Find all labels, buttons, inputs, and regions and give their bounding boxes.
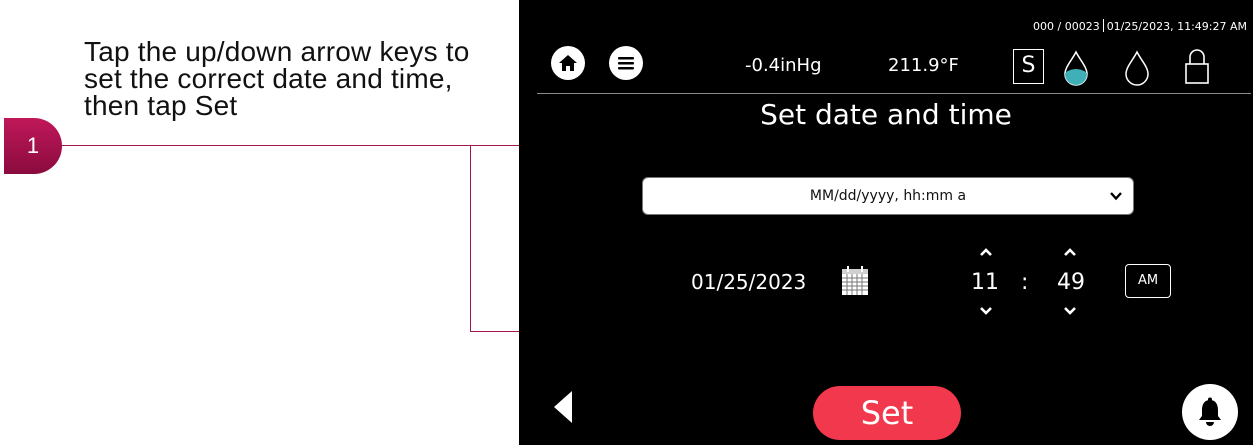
lock-icon[interactable] [1184,47,1210,85]
date-value[interactable]: 01/25/2023 [691,270,806,294]
header-divider [537,93,1251,94]
screen-title: Set date and time [760,98,1012,131]
device-id: 000 / 00023 [1033,20,1100,33]
calendar-icon[interactable] [841,266,869,296]
set-button[interactable]: Set [813,386,961,440]
status-separator [1102,19,1104,32]
chevron-down-icon [1064,307,1076,315]
instruction-line: set the correct date and time, [84,63,453,94]
temperature-reading: 211.9°F [888,55,959,76]
bell-icon [1199,397,1221,426]
ampm-toggle[interactable]: AM [1125,264,1171,298]
water-drop-outline-icon[interactable] [1123,50,1151,86]
minute-up-button[interactable] [1059,244,1081,260]
home-icon [559,55,577,71]
status-line: 000 / 00023 01/25/2023, 11:49:27 AM [1033,19,1247,33]
menu-icon [618,57,634,70]
instruction-text: Tap the up/down arrow keys to set the co… [84,36,524,121]
hour-down-button[interactable] [975,303,997,319]
home-button[interactable] [551,46,585,80]
alarm-button[interactable] [1182,384,1238,440]
status-datetime: 01/25/2023, 11:49:27 AM [1106,20,1247,33]
minute-down-button[interactable] [1059,303,1081,319]
chevron-down-icon [1110,192,1122,201]
chevron-up-icon [1064,248,1076,256]
callout-line [470,145,471,331]
s-indicator[interactable]: S [1013,49,1044,84]
instruction-line: then tap Set [84,90,238,121]
minute-value: 49 [1057,270,1085,295]
hour-value: 11 [971,270,999,295]
instruction-line: Tap the up/down arrow keys to [84,36,470,67]
back-arrow-icon[interactable] [552,389,574,425]
water-drop-filled-icon[interactable] [1062,50,1090,86]
pressure-reading: -0.4inHg [745,55,822,76]
chevron-down-icon [980,307,992,315]
date-format-value: MM/dd/yyyy, hh:mm a [809,188,967,204]
time-separator: : [1021,270,1029,295]
step-number-badge: 1 [4,118,62,174]
chevron-up-icon [980,248,992,256]
date-format-select[interactable]: MM/dd/yyyy, hh:mm a [642,177,1134,215]
menu-button[interactable] [609,46,643,80]
device-screen: 000 / 00023 01/25/2023, 11:49:27 AM -0.4i… [519,0,1253,445]
hour-up-button[interactable] [975,244,997,260]
